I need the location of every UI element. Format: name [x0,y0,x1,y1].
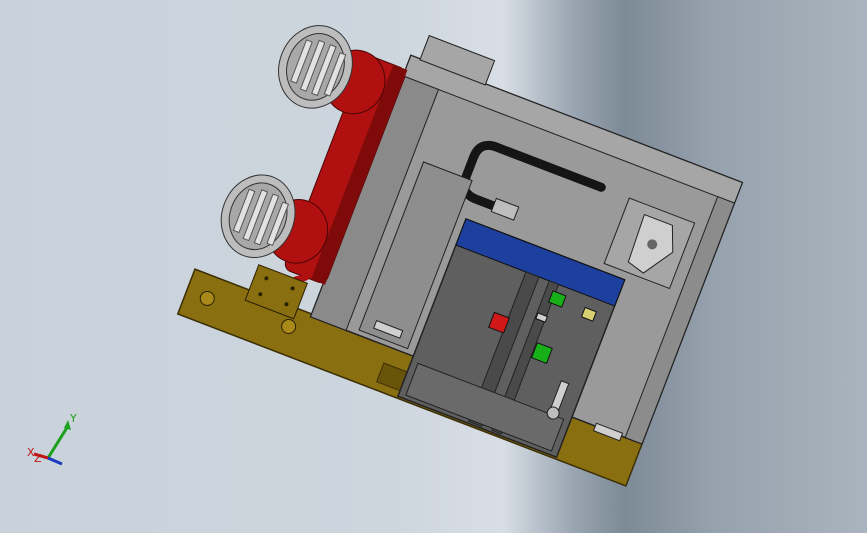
orientation-triad: Y X Z [27,412,77,466]
circuit-breaker-model[interactable] [0,0,867,533]
y-axis-line [46,425,70,459]
graphics-viewport[interactable]: Y X Z [0,0,867,533]
z-axis-label: Z [34,452,42,465]
y-axis-label: Y [69,412,77,425]
z-axis-line [47,456,63,466]
